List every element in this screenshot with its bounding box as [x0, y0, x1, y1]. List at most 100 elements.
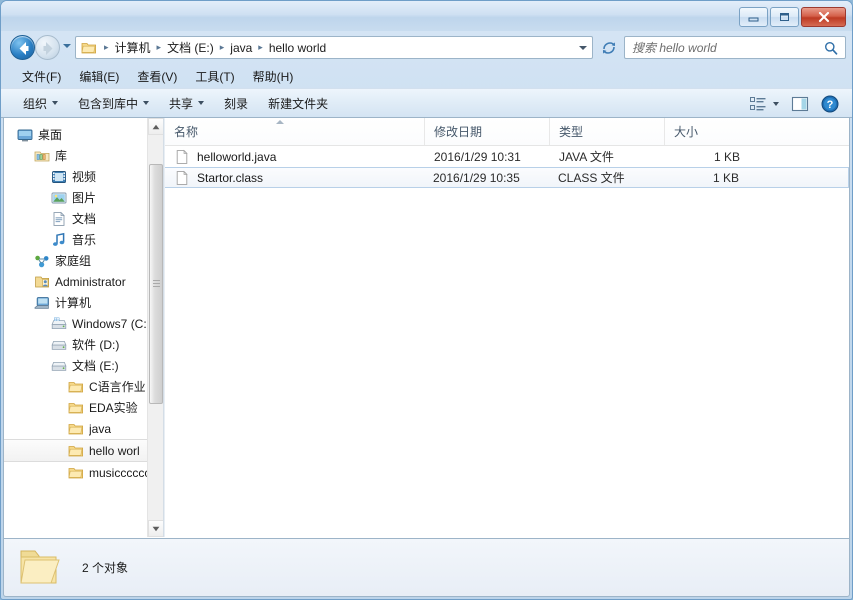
nav-label: 软件 (D:) [72, 338, 120, 352]
scrollbar-thumb[interactable] [149, 164, 163, 404]
preview-pane-icon[interactable] [787, 93, 813, 115]
chevron-down-icon [52, 101, 59, 105]
file-type-cell: CLASS 文件 [558, 171, 625, 185]
organize-button[interactable]: 组织 [13, 91, 68, 116]
include-in-library-button[interactable]: 包含到库中 [68, 91, 159, 116]
nav-label: 视频 [72, 170, 97, 184]
folder-icon [68, 467, 83, 478]
explorer-body: 桌面 库 视频 图片 文档 音乐 家庭组 Administrator 计算机 W… [3, 118, 850, 539]
user-icon [35, 276, 49, 287]
column-label: 名称 [174, 125, 199, 139]
history-dropdown-icon[interactable] [63, 44, 71, 48]
maximize-button[interactable] [770, 7, 799, 27]
menu-item-file[interactable]: 文件(F) [13, 66, 70, 87]
column-label: 大小 [674, 125, 699, 139]
new-folder-label: 新建文件夹 [268, 96, 329, 111]
nav-item-videos[interactable]: 视频 [4, 166, 150, 187]
column-header-type[interactable]: 类型 [550, 118, 665, 145]
forward-button[interactable] [35, 35, 60, 60]
nav-label: Administrator [55, 274, 126, 289]
breadcrumb: ▸ 计算机 ▸ 文档 (E:) ▸ java ▸ hello world [100, 38, 592, 57]
nav-item-windows7-c[interactable]: Windows7 (C: [4, 313, 150, 334]
address-dropdown-icon[interactable] [579, 46, 587, 50]
breadcrumb-item-3[interactable]: hello world [267, 40, 328, 56]
scrollbar-grip-icon [153, 280, 160, 288]
file-icon [176, 170, 188, 185]
folder-icon [68, 445, 83, 456]
share-button[interactable]: 共享 [159, 91, 214, 116]
column-header-name[interactable]: 名称 [165, 118, 425, 145]
breadcrumb-separator: ▸ [258, 42, 263, 52]
share-label: 共享 [169, 96, 194, 111]
harddrive-icon [51, 361, 67, 371]
sort-ascending-icon [276, 120, 284, 124]
minimize-button[interactable] [739, 7, 768, 27]
chevron-down-icon [773, 102, 779, 106]
nav-item-c-language-homework[interactable]: C语言作业 [4, 376, 150, 397]
nav-label: 桌面 [38, 128, 63, 142]
menu-item-edit[interactable]: 编辑(E) [70, 66, 128, 87]
scroll-up-button[interactable] [148, 118, 163, 135]
open-folder-icon [20, 550, 60, 583]
column-header-row: 名称 修改日期 类型 大小 [165, 118, 849, 146]
file-type-cell: JAVA 文件 [559, 150, 614, 164]
address-bar[interactable]: ▸ 计算机 ▸ 文档 (E:) ▸ java ▸ hello world [75, 36, 593, 59]
search-icon [825, 41, 838, 55]
menu-item-help[interactable]: 帮助(H) [244, 66, 303, 87]
search-box[interactable]: 搜索 hello world [624, 36, 846, 59]
burn-button[interactable]: 刻录 [214, 91, 258, 116]
search-input[interactable]: 搜索 hello world [632, 39, 824, 56]
nav-item-computer[interactable]: 计算机 [4, 292, 150, 313]
nav-label: 音乐 [72, 233, 97, 247]
column-header-date[interactable]: 修改日期 [425, 118, 550, 145]
table-row[interactable]: Startor.class 2016/1/29 10:35 CLASS 文件 1… [165, 167, 849, 188]
nav-item-drive-e[interactable]: 文档 (E:) [4, 355, 150, 376]
nav-label: hello worl [89, 443, 140, 458]
nav-label: 家庭组 [55, 254, 92, 268]
menu-bar: 文件(F) 编辑(E) 查看(V) 工具(T) 帮助(H) [1, 65, 852, 88]
breadcrumb-separator: ▸ [219, 42, 225, 52]
include-in-library-label: 包含到库中 [78, 96, 139, 111]
breadcrumb-item-2[interactable]: java [228, 40, 254, 56]
view-options-icon[interactable] [746, 94, 783, 114]
menu-item-tools[interactable]: 工具(T) [186, 66, 243, 87]
chevron-down-icon [143, 101, 150, 105]
breadcrumb-separator: ▸ [104, 42, 109, 52]
help-icon[interactable]: ? [817, 92, 843, 116]
menu-item-view[interactable]: 查看(V) [128, 66, 186, 87]
file-name-cell: helloworld.java [165, 149, 425, 165]
refresh-button[interactable] [597, 36, 621, 59]
file-date-cell: 2016/1/29 10:35 [433, 170, 520, 185]
column-header-size[interactable]: 大小 [665, 118, 750, 145]
nav-item-homegroup[interactable]: 家庭组 [4, 250, 150, 271]
nav-label: 文档 (E:) [72, 359, 119, 373]
nav-item-drive-d[interactable]: 软件 (D:) [4, 334, 150, 355]
svg-text:?: ? [827, 99, 834, 111]
status-bar: 2 个对象 [3, 539, 850, 597]
nav-item-administrator[interactable]: Administrator [4, 271, 150, 292]
nav-item-libraries[interactable]: 库 [4, 145, 150, 166]
folder-icon [68, 381, 83, 392]
scroll-down-button[interactable] [148, 520, 163, 537]
back-button[interactable] [10, 35, 35, 60]
nav-item-eda-experiment[interactable]: EDA实验 [4, 397, 150, 418]
video-icon [52, 170, 66, 183]
nav-item-pictures[interactable]: 图片 [4, 187, 150, 208]
close-button[interactable] [801, 7, 846, 27]
navigation-scrollbar[interactable] [147, 118, 163, 537]
folder-icon [68, 423, 83, 434]
breadcrumb-separator: ▸ [156, 42, 162, 52]
nav-item-java[interactable]: java [4, 418, 150, 439]
library-icon [34, 151, 50, 161]
nav-item-hello-world[interactable]: hello worl [4, 439, 150, 462]
table-row[interactable]: helloworld.java 2016/1/29 10:31 JAVA 文件 … [165, 146, 849, 167]
nav-item-musicccccc[interactable]: musicccccc [4, 462, 150, 483]
column-label: 修改日期 [434, 125, 483, 139]
nav-item-music[interactable]: 音乐 [4, 229, 150, 250]
breadcrumb-item-0[interactable]: 计算机 [113, 38, 153, 57]
navigation-tree: 桌面 库 视频 图片 文档 音乐 家庭组 Administrator 计算机 W… [4, 124, 150, 483]
breadcrumb-item-1[interactable]: 文档 (E:) [165, 38, 216, 57]
nav-item-desktop[interactable]: 桌面 [4, 124, 150, 145]
nav-item-documents[interactable]: 文档 [4, 208, 150, 229]
new-folder-button[interactable]: 新建文件夹 [258, 91, 338, 116]
